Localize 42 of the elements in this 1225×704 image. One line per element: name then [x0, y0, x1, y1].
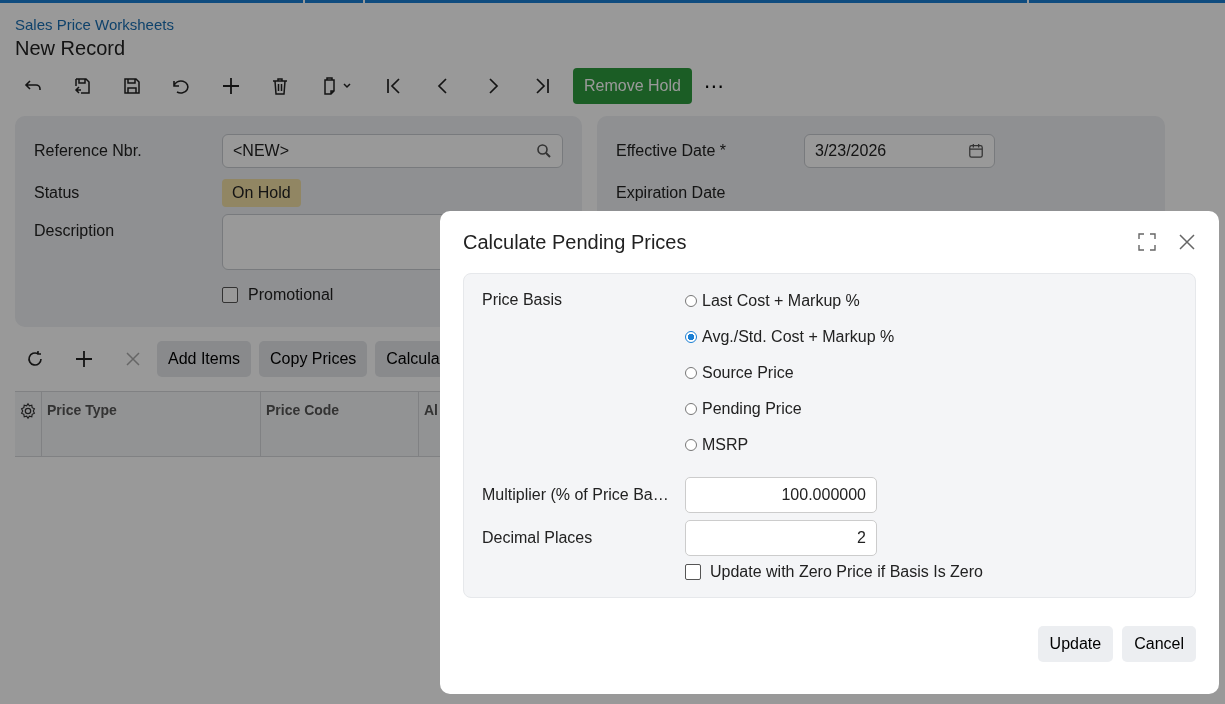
radio-button[interactable] [685, 367, 697, 379]
radio-button[interactable] [685, 439, 697, 451]
maximize-icon[interactable] [1138, 233, 1156, 251]
field-label: Status [34, 184, 81, 202]
date-field[interactable]: 3/23/2026 [804, 134, 995, 168]
column-header[interactable]: Price Code [261, 392, 419, 456]
radio-label: Last Cost + Markup % [702, 292, 860, 310]
field-label: Price Basis [482, 291, 564, 309]
radio-label: Avg./Std. Cost + Markup % [702, 328, 895, 346]
radio-button[interactable] [685, 331, 697, 343]
field-label: Reference Nbr. [34, 142, 143, 160]
field-label: Effective Date [616, 142, 716, 159]
field-label: Expiration Date [616, 184, 727, 202]
radio-button[interactable] [685, 403, 697, 415]
close-icon[interactable] [1178, 233, 1196, 251]
breadcrumb-link[interactable]: Sales Price Worksheets [15, 16, 174, 33]
column-header[interactable]: Price Type [42, 392, 261, 456]
required-mark: * [719, 142, 726, 159]
checkbox-label: Update with Zero Price if Basis Is Zero [710, 563, 983, 581]
multiplier-field[interactable]: 100.000000 [685, 477, 877, 513]
decimal-places-field[interactable]: 2 [685, 520, 877, 556]
toolbar-button[interactable]: Copy Prices [259, 341, 368, 377]
radio-button[interactable] [685, 295, 697, 307]
toolbar-button[interactable]: Add Items [157, 341, 252, 377]
dialog-button[interactable]: Cancel [1122, 626, 1196, 662]
more-button[interactable]: ⋯ [697, 74, 730, 98]
radio-label: Pending Price [702, 400, 802, 418]
calendar-icon[interactable] [968, 143, 984, 159]
checkbox[interactable] [222, 287, 238, 303]
radio-label: Source Price [702, 364, 794, 382]
dialog-title: Calculate Pending Prices [463, 230, 688, 254]
field-label: Decimal Places [482, 529, 594, 547]
reference-field[interactable]: <NEW> [222, 134, 563, 168]
status-badge: On Hold [222, 179, 301, 207]
field-label: Multiplier (% of Price Ba… [482, 486, 670, 504]
checkbox-label: Promotional [248, 286, 334, 304]
checkbox[interactable] [685, 564, 701, 580]
page-title: New Record [15, 37, 127, 60]
radio-label: MSRP [702, 436, 749, 454]
dialog-button[interactable]: Update [1037, 626, 1114, 662]
search-icon[interactable] [536, 143, 552, 159]
field-label: Description [34, 221, 116, 240]
